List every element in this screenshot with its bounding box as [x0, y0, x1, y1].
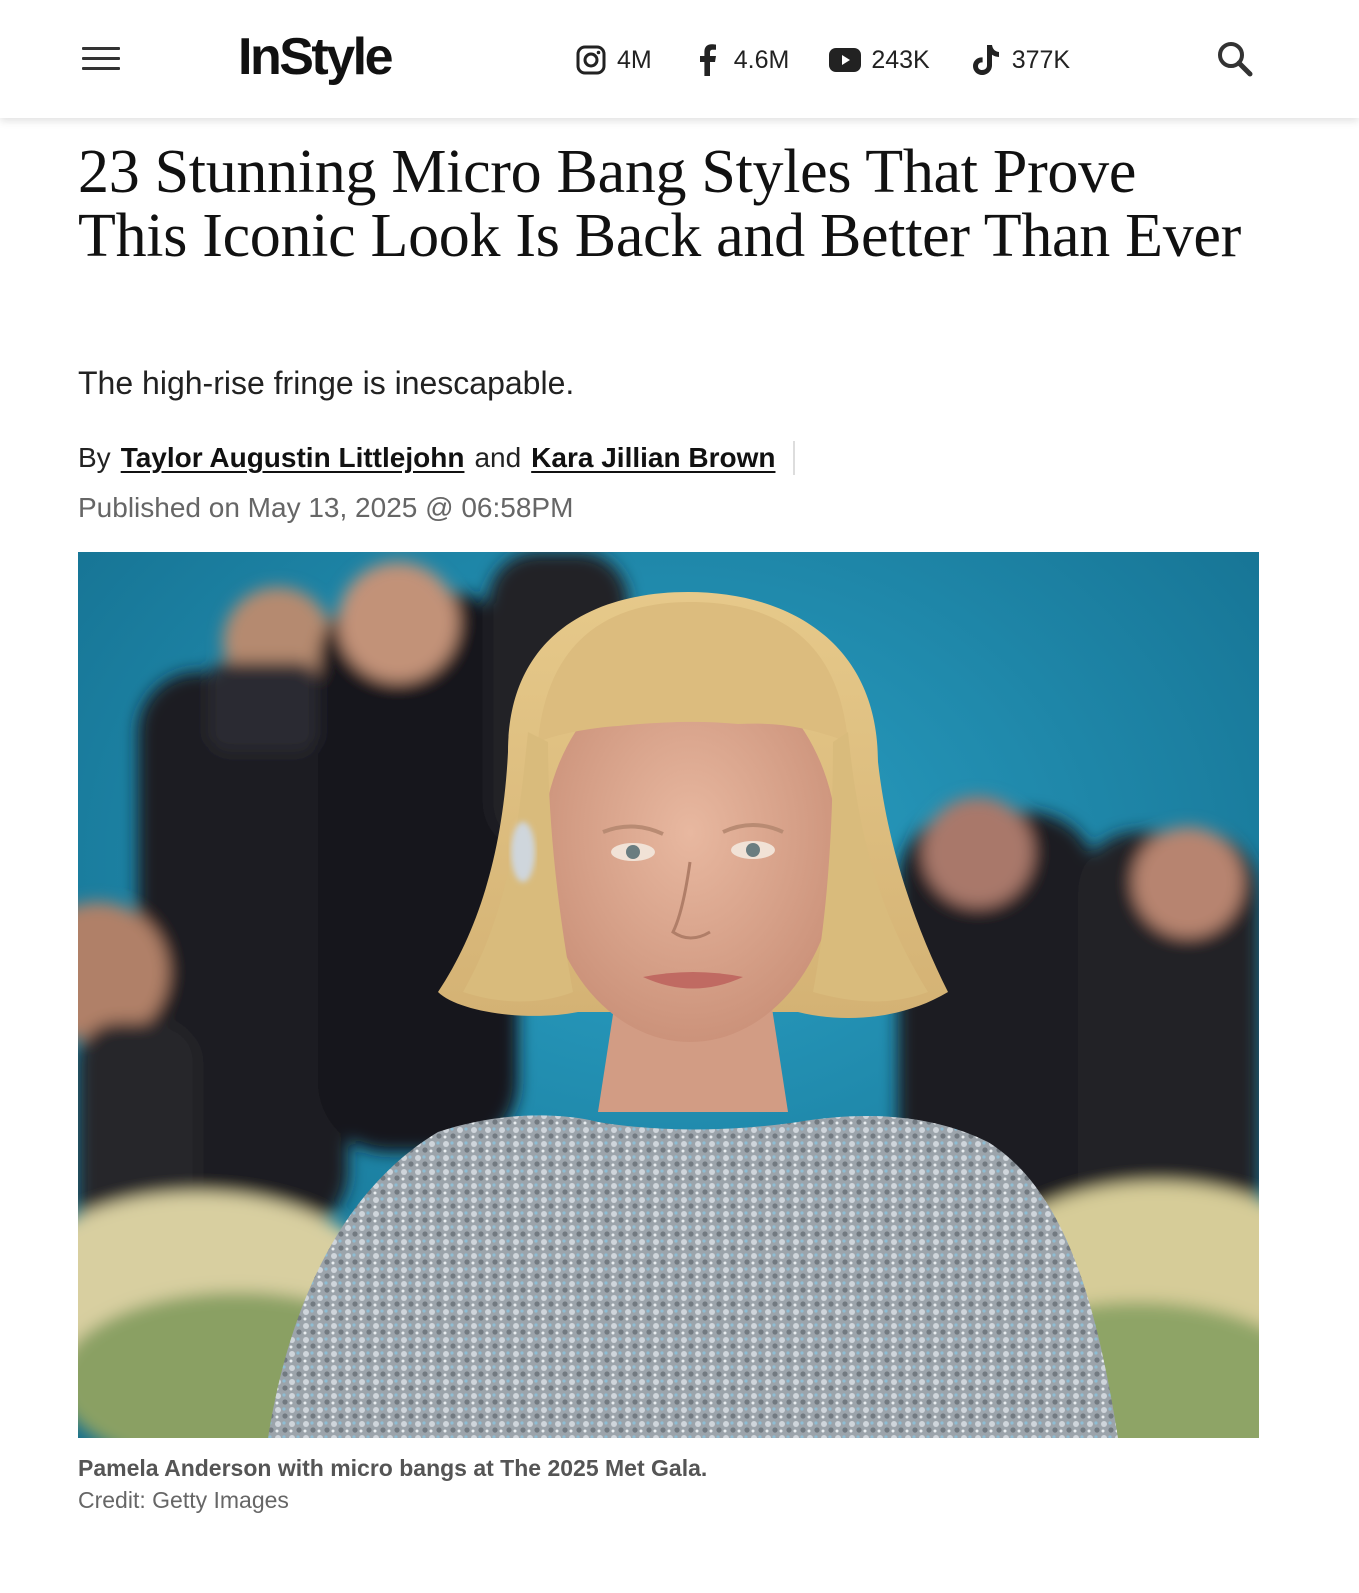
image-credit: Credit: Getty Images	[78, 1487, 289, 1513]
publish-date: Published on May 13, 2025 @ 06:58PM	[78, 492, 574, 523]
instagram-link[interactable]: 4M	[575, 44, 652, 76]
author-link-taylor[interactable]: Taylor Augustin Littlejohn	[121, 438, 465, 478]
instagram-icon	[575, 44, 607, 76]
image-caption: Pamela Anderson with micro bangs at The …	[78, 1455, 708, 1481]
tiktok-link[interactable]: 377K	[970, 44, 1070, 76]
byline-by: By	[78, 442, 111, 473]
tiktok-count: 377K	[1011, 45, 1071, 74]
search-icon[interactable]	[1216, 40, 1254, 78]
social-links: 4M 4.6M 243K 377K	[575, 38, 1070, 82]
article-dek: The high-rise fringe is inescapable.	[78, 365, 575, 401]
tiktok-icon	[970, 44, 1002, 76]
youtube-icon	[829, 44, 862, 76]
site-logo[interactable]: InStyle	[238, 22, 394, 92]
facebook-link[interactable]: 4.6M	[692, 44, 790, 76]
site-header: InStyle 4M 4.6M 243K 377K	[0, 0, 1359, 118]
facebook-icon	[692, 44, 724, 76]
youtube-count: 243K	[871, 45, 930, 74]
instagram-count: 4M	[617, 45, 652, 74]
author-link-kara[interactable]: Kara Jillian Brown	[531, 438, 775, 478]
byline-divider	[793, 441, 796, 475]
article-headline: 23 Stunning Micro Bang Styles That Prove…	[78, 138, 1241, 270]
facebook-count: 4.6M	[733, 45, 790, 74]
byline: By Taylor Augustin Littlejohn and Kara J…	[78, 438, 796, 478]
youtube-link[interactable]: 243K	[829, 44, 930, 76]
menu-icon[interactable]	[82, 44, 120, 74]
byline-and: and	[474, 442, 522, 473]
hero-image	[78, 552, 1259, 1438]
